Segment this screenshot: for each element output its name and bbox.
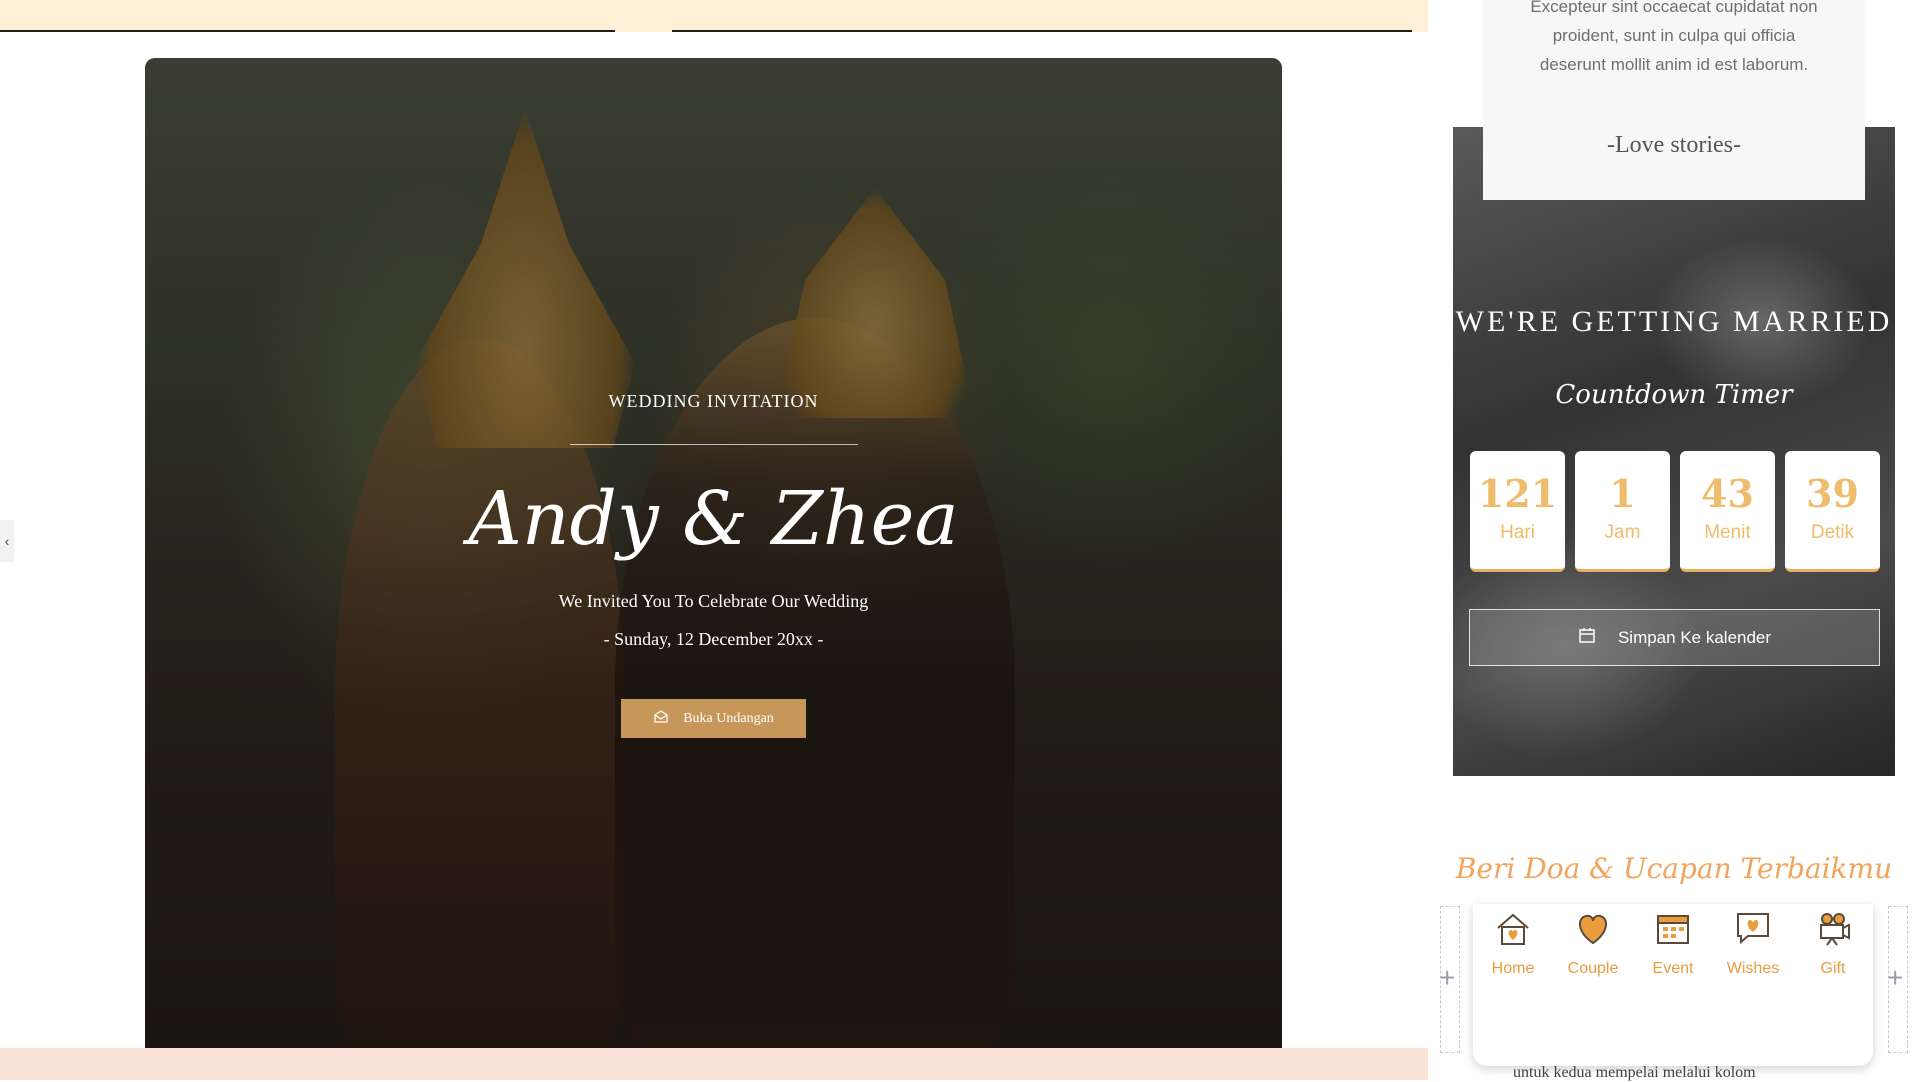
countdown-hours-value: 1 <box>1609 471 1636 516</box>
nav-item-wishes[interactable]: Wishes <box>1716 904 1790 1066</box>
nav-item-event[interactable]: Event <box>1636 904 1710 1066</box>
top-divider <box>672 30 1412 32</box>
hero-eyebrow: WEDDING INVITATION <box>608 391 819 411</box>
countdown-days-label: Hari <box>1500 522 1535 543</box>
wedding-date: - Sunday, 12 December 20xx - <box>603 629 824 649</box>
countdown-days: 121 Hari <box>1470 451 1565 572</box>
camera-icon <box>1796 904 1870 952</box>
invite-line: We Invited You To Celebrate Our Wedding <box>558 591 869 611</box>
countdown-minutes: 43 Menit <box>1680 451 1775 572</box>
love-story-text: Excepteur sint occaecat cupidatat non pr… <box>1530 0 1818 74</box>
nav-label-event: Event <box>1652 960 1694 977</box>
bottom-strip <box>0 1048 1428 1080</box>
countdown-hours: 1 Jam <box>1575 451 1670 572</box>
open-invitation-button[interactable]: Buka Undangan <box>621 699 806 738</box>
plus-icon[interactable]: + <box>1439 962 1455 994</box>
nav-label-wishes: Wishes <box>1726 960 1780 977</box>
countdown-hours-label: Jam <box>1604 522 1641 543</box>
countdown-minutes-value: 43 <box>1701 471 1754 516</box>
nav-item-gift[interactable]: Gift <box>1796 904 1870 1066</box>
calendar-icon <box>1578 626 1596 649</box>
message-heart-icon <box>1716 904 1790 952</box>
hero-cover: WEDDING INVITATION Andy & Zhea We Invite… <box>145 58 1282 1048</box>
countdown-seconds: 39 Detik <box>1785 451 1880 572</box>
hero-divider <box>570 444 858 445</box>
plus-icon[interactable]: + <box>1887 962 1903 994</box>
nav-item-home[interactable]: Home <box>1476 904 1550 1066</box>
top-banner-strip <box>0 0 1428 32</box>
top-divider <box>0 30 615 32</box>
calendar-icon <box>1636 904 1710 952</box>
nav-label-couple: Couple <box>1567 960 1619 977</box>
countdown-seconds-label: Detik <box>1810 522 1855 543</box>
bottom-navigation: Home Couple Event Wishes Gift <box>1473 904 1873 1066</box>
couple-names: Andy & Zhea <box>468 476 959 562</box>
countdown-minutes-label: Menit <box>1704 522 1751 543</box>
save-to-calendar-button[interactable]: Simpan Ke kalender <box>1469 609 1880 666</box>
mobile-preview-panel: Excepteur sint occaecat cupidatat non pr… <box>1428 0 1920 1081</box>
open-invitation-label: Buka Undangan <box>683 710 774 726</box>
save-to-calendar-label: Simpan Ke kalender <box>1617 627 1772 647</box>
wishes-intro-text: untuk kedua mempelai melalui kolom <box>1513 1064 1756 1081</box>
envelope-open-icon <box>653 708 669 729</box>
countdown-seconds-value: 39 <box>1806 471 1859 516</box>
collapse-panel-tab[interactable]: ‹ <box>0 520 14 562</box>
love-story-title: -Love stories- <box>1607 132 1741 158</box>
hearts-icon <box>1556 904 1630 952</box>
love-story-card: Excepteur sint occaecat cupidatat non pr… <box>1483 0 1865 200</box>
countdown-days-value: 121 <box>1477 471 1558 516</box>
countdown-subheading: Countdown Timer <box>1555 380 1793 410</box>
home-heart-icon <box>1476 904 1550 952</box>
nav-label-home: Home <box>1491 960 1535 977</box>
getting-married-heading: WE'RE GETTING MARRIED <box>1455 305 1893 338</box>
nav-label-gift: Gift <box>1820 960 1846 977</box>
nav-item-couple[interactable]: Couple <box>1556 904 1630 1066</box>
wishes-heading: Beri Doa & Ucapan Terbaikmu <box>1455 852 1893 885</box>
